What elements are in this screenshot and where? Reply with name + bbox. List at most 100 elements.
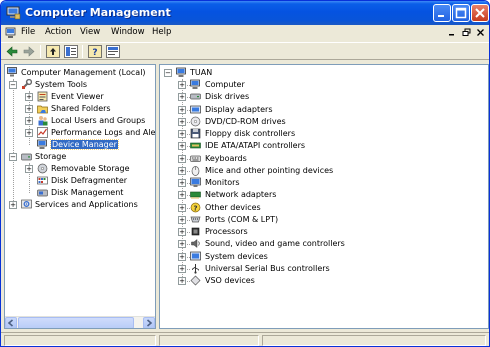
- device-tree-pane[interactable]: − TUAN + Computer + Disk drives + Display ada…: [159, 64, 489, 329]
- expand-icon[interactable]: +: [178, 154, 186, 163]
- expand-icon[interactable]: +: [25, 93, 33, 101]
- expand-icon[interactable]: +: [178, 191, 186, 200]
- tree-label: Disk Defragmenter: [51, 176, 128, 185]
- scrollbar-thumb[interactable]: [18, 317, 134, 328]
- shared-folder-icon: [37, 105, 48, 114]
- computer-management-window: Computer Management File Action View Win…: [0, 0, 490, 347]
- expand-icon[interactable]: +: [25, 117, 33, 125]
- expand-icon[interactable]: +: [178, 117, 186, 126]
- forward-arrow-icon[interactable]: [22, 45, 36, 58]
- tree-label: Event Viewer: [51, 92, 104, 101]
- help-icon[interactable]: ?: [88, 45, 102, 58]
- minimize-button[interactable]: [433, 4, 451, 22]
- expand-icon[interactable]: +: [178, 142, 186, 151]
- expand-icon[interactable]: +: [178, 228, 186, 236]
- other-devices-icon: ?: [190, 202, 201, 212]
- tree-label: Storage: [35, 152, 67, 161]
- scroll-left-icon: [7, 319, 14, 327]
- disk-drive-icon: [190, 93, 201, 100]
- menu-action[interactable]: Action: [45, 27, 72, 37]
- expand-icon[interactable]: +: [9, 201, 17, 209]
- expand-icon[interactable]: +: [178, 264, 186, 273]
- menu-help[interactable]: Help: [152, 27, 171, 37]
- child-restore-button[interactable]: [461, 27, 472, 38]
- tree-label: VSO devices: [205, 276, 255, 285]
- floppy-controller-icon: [190, 128, 201, 139]
- system-tools-icon: [22, 79, 32, 89]
- tree-label: System devices: [205, 251, 268, 261]
- status-segment: [159, 335, 259, 346]
- device-manager-icon: [37, 139, 47, 149]
- expand-icon[interactable]: +: [178, 203, 186, 212]
- back-arrow-icon[interactable]: [5, 45, 19, 58]
- maximize-button[interactable]: [452, 4, 470, 22]
- child-close-icon: [477, 29, 484, 36]
- expand-icon[interactable]: +: [178, 130, 186, 138]
- tree-label: Display adapters: [205, 104, 273, 114]
- collapse-icon[interactable]: −: [164, 69, 172, 77]
- tree-label: Disk Management: [51, 188, 124, 197]
- document-icon[interactable]: [5, 27, 17, 39]
- tree-label: Disk drives: [205, 92, 250, 102]
- network-adapter-icon: [190, 191, 201, 200]
- defragmenter-icon: [37, 176, 48, 185]
- expand-icon[interactable]: +: [178, 240, 186, 249]
- expand-icon[interactable]: +: [178, 105, 186, 114]
- tree-label: Ports (COM & LPT): [205, 214, 279, 224]
- display-adapter-icon: [190, 105, 201, 113]
- title-bar[interactable]: Computer Management: [1, 1, 489, 25]
- expand-icon[interactable]: +: [178, 166, 186, 175]
- tree-line: [13, 79, 14, 207]
- toolbar-separator: [82, 45, 83, 58]
- status-segment: [4, 335, 156, 346]
- expand-icon[interactable]: +: [25, 105, 33, 113]
- expand-icon[interactable]: +: [25, 129, 33, 137]
- svg-text:?: ?: [193, 204, 197, 212]
- scroll-right-button[interactable]: [143, 317, 155, 328]
- show-hide-tree-icon[interactable]: [64, 45, 78, 58]
- monitor-icon: [190, 177, 201, 187]
- collapse-icon[interactable]: −: [9, 153, 17, 161]
- expand-icon[interactable]: +: [178, 277, 186, 285]
- mouse-icon: [191, 165, 200, 176]
- window-title: Computer Management: [25, 6, 171, 19]
- child-close-button[interactable]: [475, 27, 486, 38]
- tree-label: Computer: [205, 80, 245, 89]
- expand-icon[interactable]: +: [178, 93, 186, 102]
- horizontal-scrollbar[interactable]: [5, 316, 155, 328]
- expand-icon[interactable]: +: [178, 215, 186, 224]
- menu-view[interactable]: View: [80, 27, 100, 37]
- vso-device-icon: [190, 275, 201, 286]
- console-tree-pane[interactable]: Computer Management (Local) − System Too…: [4, 64, 156, 329]
- up-folder-icon[interactable]: [46, 45, 60, 58]
- tree-label: Universal Serial Bus controllers: [205, 263, 330, 273]
- disk-management-icon: [37, 189, 48, 197]
- scroll-left-button[interactable]: [5, 317, 17, 328]
- removable-storage-icon: [37, 163, 48, 174]
- menu-file[interactable]: File: [21, 27, 35, 37]
- expand-icon[interactable]: +: [178, 179, 186, 187]
- expand-icon[interactable]: +: [178, 252, 186, 261]
- tree-label: Keyboards: [205, 153, 247, 163]
- computer-management-icon: [6, 6, 21, 20]
- minimize-icon: [438, 15, 444, 17]
- status-bar: [1, 332, 489, 346]
- collapse-icon[interactable]: −: [9, 81, 17, 89]
- child-minimize-button[interactable]: [447, 27, 458, 38]
- processor-icon: [191, 227, 200, 236]
- child-restore-icon: [462, 28, 471, 36]
- expand-icon[interactable]: +: [178, 81, 186, 89]
- sound-icon: [191, 239, 200, 249]
- close-button[interactable]: [471, 4, 489, 22]
- expand-icon[interactable]: +: [25, 165, 33, 173]
- tree-label: Removable Storage: [51, 164, 130, 173]
- tree-label: Floppy disk controllers: [205, 129, 296, 138]
- tree-label: Shared Folders: [51, 104, 111, 113]
- menu-window[interactable]: Window: [111, 27, 145, 37]
- tree-label: Monitors: [205, 178, 240, 187]
- dvd-drive-icon: [190, 116, 201, 127]
- scroll-right-icon: [146, 319, 153, 327]
- properties-icon[interactable]: [106, 45, 120, 58]
- tree-label: Other devices: [205, 202, 261, 212]
- menu-bar: File Action View Window Help: [1, 25, 489, 41]
